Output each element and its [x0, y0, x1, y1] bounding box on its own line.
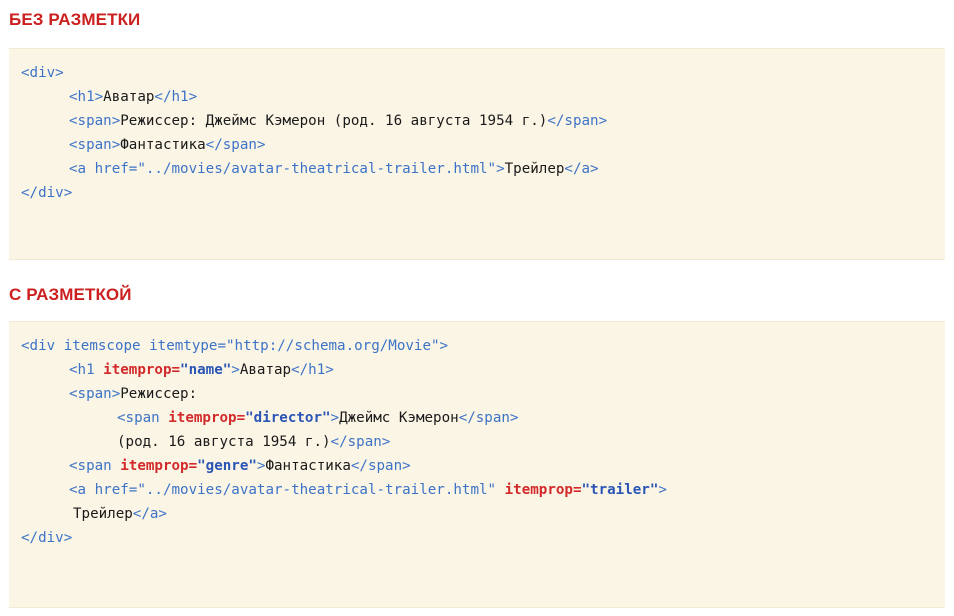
code-tag: </a> [132, 506, 167, 522]
code-block-without-markup: <div> <h1>Аватар</h1> <span>Режиссер: Дж… [9, 48, 945, 260]
code-tag: </span> [547, 113, 608, 129]
code-line: <div> [21, 61, 945, 85]
code-text: Режиссер: Джеймс Кэмерон (род. 16 август… [120, 113, 548, 129]
code-tag: <a href="../movies/avatar-theatrical-tra… [69, 482, 505, 498]
code-block-with-markup: <div itemscope itemtype="http://schema.o… [9, 321, 945, 608]
code-text: Аватар [239, 362, 292, 378]
code-tag: > [658, 482, 667, 498]
code-tag: </span> [330, 434, 391, 450]
code-tag: <h1 [69, 362, 104, 378]
code-tag: <span [69, 458, 121, 474]
code-tag: </a> [564, 161, 599, 177]
section-title-without-markup: БЕЗ РАЗМЕТКИ [9, 10, 141, 29]
code-line: <a href="../movies/avatar-theatrical-tra… [21, 478, 945, 502]
code-line: <h1>Аватар</h1> [21, 85, 945, 109]
code-tag: </div> [21, 530, 73, 546]
code-tag: <div itemscope itemtype="http://schema.o… [21, 338, 449, 354]
code-tag: </h1> [154, 89, 198, 105]
code-tag: > [330, 410, 340, 426]
code-tag: </span> [350, 458, 411, 474]
code-line: (род. 16 августа 1954 г.)</span> [21, 430, 945, 454]
code-line: <a href="../movies/avatar-theatrical-tra… [21, 157, 945, 181]
code-attribute-value: "director" [245, 410, 331, 426]
code-line: Трейлер</a> [21, 502, 945, 526]
code-attribute-value: "trailer" [581, 482, 659, 498]
code-line: <span itemprop="director">Джеймс Кэмерон… [21, 406, 945, 430]
code-text: Трейлер [504, 161, 565, 177]
code-line: </div> [21, 181, 945, 205]
code-text: Джеймс Кэмерон [339, 410, 459, 426]
code-tag: <span> [69, 386, 121, 402]
code-tag: <h1> [69, 89, 104, 105]
code-text: Фантастика [265, 458, 351, 474]
code-attribute: itemprop= [504, 482, 582, 498]
code-line: <span itemprop="genre">Фантастика</span> [21, 454, 945, 478]
code-tag: > [231, 362, 240, 378]
code-text: (род. 16 августа 1954 г.) [117, 434, 331, 450]
code-tag: </span> [458, 410, 519, 426]
code-tag: </span> [205, 137, 266, 153]
code-tag: </div> [21, 185, 73, 201]
code-line: <span>Фантастика</span> [21, 133, 945, 157]
code-tag: <a href="../movies/avatar-theatrical-tra… [69, 161, 505, 177]
code-text: Аватар [103, 89, 155, 105]
code-tag: <span> [69, 137, 121, 153]
code-tag: <span> [69, 113, 121, 129]
code-tag: <div> [21, 65, 64, 81]
code-attribute-value: "name" [180, 362, 232, 378]
code-attribute: itemprop= [103, 362, 181, 378]
code-text: Трейлер [73, 506, 133, 522]
section-title-with-markup: С РАЗМЕТКОЙ [9, 285, 132, 304]
code-tag: </h1> [291, 362, 334, 378]
code-text: Режиссер: [120, 386, 198, 402]
code-line: <h1 itemprop="name">Аватар</h1> [21, 358, 945, 382]
code-line: <span>Режиссер: Джеймс Кэмерон (род. 16 … [21, 109, 945, 133]
code-text: Фантастика [120, 137, 206, 153]
code-line: </div> [21, 526, 945, 550]
code-line: <span>Режиссер: [21, 382, 945, 406]
code-attribute: itemprop= [168, 410, 246, 426]
code-attribute-value: "genre" [197, 458, 257, 474]
code-attribute: itemprop= [120, 458, 198, 474]
code-line: <div itemscope itemtype="http://schema.o… [21, 334, 945, 358]
code-tag: <span [117, 410, 169, 426]
